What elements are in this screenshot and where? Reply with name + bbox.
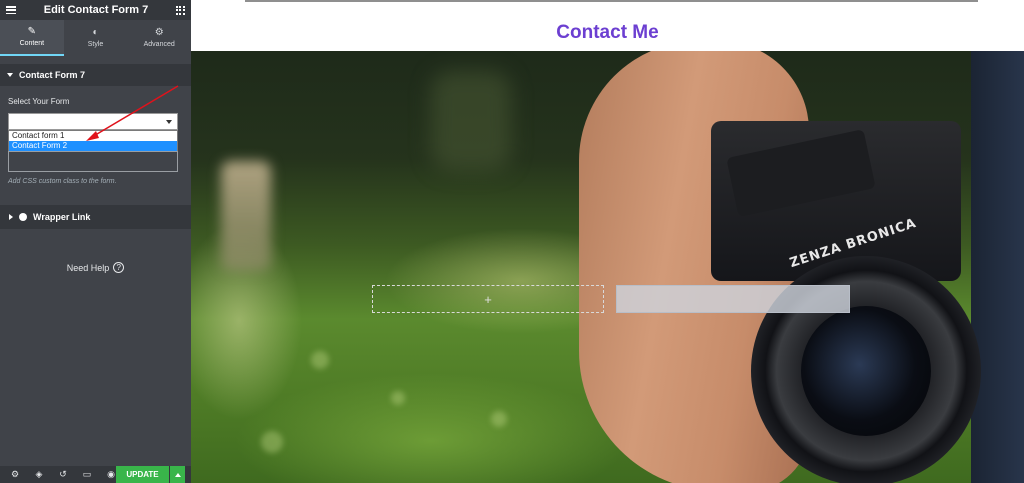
wrapper-link-title: Wrapper Link	[33, 212, 91, 222]
layers-icon[interactable]: ◈	[27, 469, 51, 480]
panel-title: Edit Contact Form 7	[43, 4, 149, 16]
settings-icon[interactable]: ⚙	[3, 469, 27, 480]
blurred-post	[221, 161, 271, 271]
responsive-icon[interactable]: ▭	[75, 469, 99, 480]
need-help-label: Need Help	[66, 262, 110, 273]
add-element-icon[interactable]: +	[484, 292, 492, 307]
bokeh-light	[491, 411, 507, 427]
widgets-grid-icon[interactable]	[175, 5, 185, 15]
update-button[interactable]: UPDATE	[116, 466, 169, 483]
help-icon: ?	[113, 262, 125, 273]
need-help-link[interactable]: Need Help ?	[0, 262, 191, 273]
shirt	[971, 51, 1024, 483]
hamburger-menu-icon[interactable]	[6, 6, 16, 14]
section-title: Contact Form 7	[19, 70, 86, 80]
select-form-dropdown[interactable]	[8, 113, 178, 130]
section-contact-form-7[interactable]: Contact Form 7	[0, 64, 191, 86]
gear-icon: ⚙	[154, 27, 164, 38]
bokeh-blur	[431, 71, 511, 171]
select-form-options: Contact form 1 Contact Form 2	[8, 130, 178, 151]
bokeh-light	[311, 351, 329, 369]
css-class-hint: Add CSS custom class to the form.	[8, 178, 117, 185]
caret-up-icon	[174, 472, 181, 477]
caret-down-icon	[7, 73, 13, 77]
editor-panel: Edit Contact Form 7 ✎ Content ◐ Style ⚙ …	[0, 0, 191, 483]
wrapper-link-icon	[19, 213, 27, 221]
tab-style[interactable]: ◐ Style	[64, 20, 128, 56]
tab-content-label: Content	[19, 40, 45, 47]
css-class-input[interactable]	[8, 151, 178, 172]
bokeh-light	[261, 431, 283, 453]
divider	[245, 0, 978, 2]
contact-form-widget[interactable]	[616, 285, 850, 313]
option-contact-form-1[interactable]: Contact form 1	[9, 131, 177, 141]
panel-header: Edit Contact Form 7	[0, 0, 191, 20]
section-wrapper-link[interactable]: Wrapper Link	[0, 205, 191, 229]
pencil-icon: ✎	[27, 26, 37, 37]
tab-advanced-label: Advanced	[143, 41, 175, 48]
empty-column-placeholder[interactable]: +	[372, 285, 604, 313]
panel-tabs: ✎ Content ◐ Style ⚙ Advanced	[0, 20, 191, 56]
history-icon[interactable]: ↺	[51, 469, 75, 480]
tab-content[interactable]: ✎ Content	[0, 20, 64, 56]
page-preview: Contact Me ZENZA BRONICA +	[191, 0, 1024, 483]
option-contact-form-2[interactable]: Contact Form 2	[9, 141, 177, 151]
tab-advanced[interactable]: ⚙ Advanced	[127, 20, 191, 56]
select-form-label: Select Your Form	[8, 97, 70, 106]
contrast-icon: ◐	[92, 27, 99, 38]
camera-lens-glass	[801, 306, 931, 436]
bokeh-light	[391, 391, 405, 405]
update-options-button[interactable]	[170, 466, 185, 483]
caret-right-icon	[9, 214, 13, 220]
page-heading[interactable]: Contact Me	[191, 22, 1024, 44]
hero-background-image: ZENZA BRONICA +	[191, 51, 1024, 483]
tab-style-label: Style	[87, 41, 104, 48]
chevron-down-icon	[166, 120, 172, 124]
